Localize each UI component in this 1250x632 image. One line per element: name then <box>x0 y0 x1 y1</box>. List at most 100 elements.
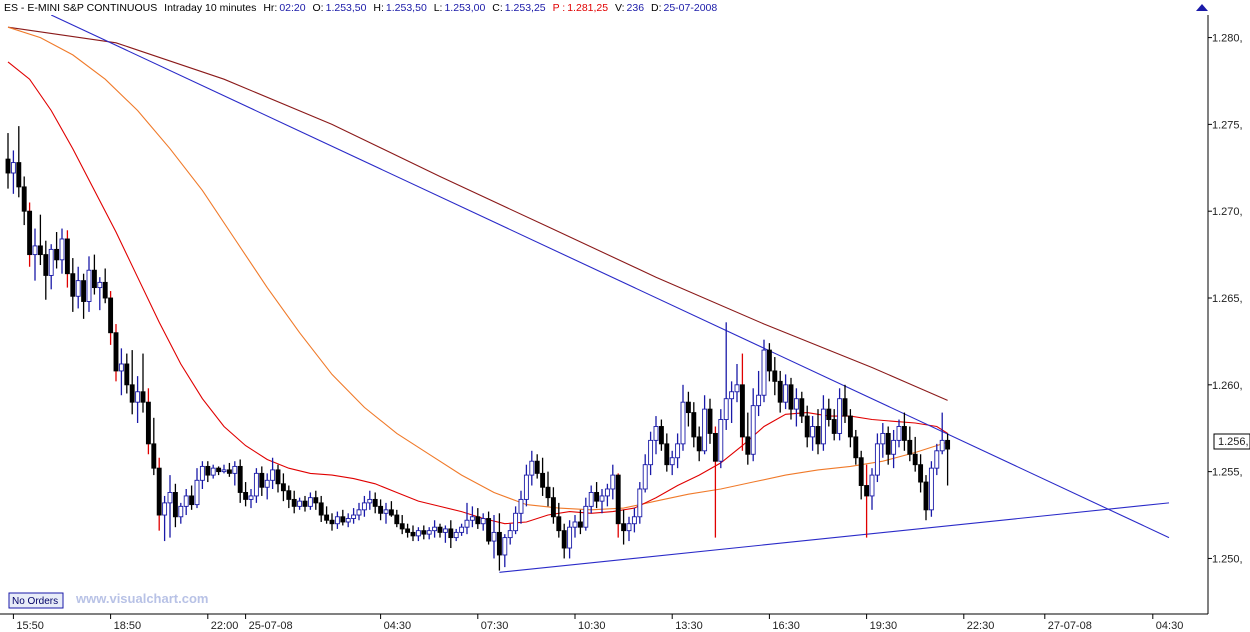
candle-body <box>653 426 659 441</box>
candle-body <box>685 401 691 414</box>
candle-body <box>399 523 405 530</box>
candle-body <box>891 439 897 455</box>
candle-body <box>129 384 135 403</box>
candle-body <box>594 492 600 502</box>
candle-body <box>567 526 573 549</box>
candle-body <box>534 460 540 474</box>
candle-body <box>162 502 168 516</box>
candle-body <box>637 488 643 518</box>
candle-body <box>669 457 675 466</box>
open-value: 1.253,50 <box>326 2 367 14</box>
candle-body <box>372 498 378 507</box>
candle-body <box>167 492 173 504</box>
candle-body <box>351 514 357 519</box>
candle-body <box>572 521 578 528</box>
x-tick-label: 18:50 <box>114 620 142 632</box>
x-tick-label: 04:30 <box>384 620 412 632</box>
candle-body <box>550 497 556 518</box>
candle-body <box>37 245 43 256</box>
x-tick-label: 15:50 <box>16 620 44 632</box>
symbol-name: ES - E-MINI S&P CONTINUOUS <box>4 2 157 14</box>
candle-body <box>577 521 583 528</box>
candle-body <box>513 512 519 532</box>
candle-body <box>680 401 686 445</box>
candle-body <box>842 398 848 417</box>
candle-body <box>259 472 265 488</box>
candle-body <box>448 528 454 539</box>
price-chart[interactable]: 1.280, 1.275, 1.270, 1.265, 1.260, 1.255, 1.25… <box>0 0 1250 632</box>
candle-body <box>54 248 60 261</box>
candle-body <box>918 464 924 483</box>
x-tick-label: 07:30 <box>481 620 509 632</box>
candle-body <box>831 419 837 434</box>
no-orders-button[interactable]: No Orders <box>8 592 64 609</box>
candle-body <box>723 398 729 420</box>
candle-body <box>91 269 97 289</box>
y-tick-label: 1.255, <box>1212 467 1243 479</box>
candle-body <box>378 505 384 514</box>
candle-body <box>545 486 551 499</box>
candle-body <box>27 210 33 256</box>
candle-body <box>75 280 81 297</box>
x-tick-label: 25-07-08 <box>249 620 293 632</box>
candle-body <box>415 530 421 537</box>
candle-body <box>837 398 843 434</box>
candle-body <box>313 497 319 504</box>
candle-body <box>140 391 146 403</box>
candle-body <box>826 408 832 420</box>
candle-body <box>945 439 951 450</box>
candle-body <box>270 469 276 481</box>
candle-body <box>442 528 448 533</box>
candle-body <box>135 391 141 403</box>
candle-body <box>761 349 767 396</box>
candle-body <box>394 514 400 525</box>
candle-body <box>307 497 313 507</box>
x-tick-label: 13:30 <box>675 620 703 632</box>
x-tick-label: 22:00 <box>211 620 239 632</box>
candle-body <box>518 498 524 514</box>
x-tick-label: 22:30 <box>967 620 995 632</box>
candle-body <box>410 531 416 537</box>
candle-body <box>928 467 934 511</box>
candle-body <box>237 465 243 493</box>
candle-body <box>847 415 853 438</box>
candle-body <box>367 498 373 504</box>
x-tick-label: 19:30 <box>870 620 898 632</box>
candle-body <box>702 408 708 452</box>
candle-body <box>464 519 470 528</box>
candle-body <box>86 269 92 302</box>
candle-body <box>124 363 130 386</box>
candle-body <box>253 472 259 497</box>
candle-body <box>291 498 297 507</box>
candle-body <box>243 492 249 500</box>
candle-body <box>858 457 864 486</box>
candle-body <box>718 419 724 462</box>
candle-body <box>16 162 22 188</box>
candle-body <box>183 495 189 507</box>
candle-body <box>216 467 222 473</box>
candle-body <box>556 516 562 532</box>
candle-body <box>280 483 286 492</box>
candle-body <box>421 530 427 535</box>
candle-body <box>226 469 232 474</box>
candle-body <box>691 412 697 438</box>
candle-body <box>264 479 270 488</box>
candle-body <box>610 474 616 490</box>
candle-body <box>529 460 535 476</box>
candle-body <box>453 531 459 539</box>
candle-body <box>59 238 65 261</box>
current-price-marker: 1.256, <box>1213 433 1250 450</box>
candle-body <box>491 531 497 542</box>
candle-body <box>750 405 756 455</box>
candle-body <box>221 469 227 473</box>
candle-body <box>912 453 918 466</box>
y-tick-label: 1.265, <box>1212 293 1243 305</box>
candle-body <box>642 464 648 490</box>
candle-body <box>486 518 492 542</box>
candle-body <box>923 481 929 511</box>
y-tick-label: 1.280, <box>1212 33 1243 45</box>
high-value: 1.253,50 <box>386 2 427 14</box>
candle-body <box>939 439 945 452</box>
candle-body <box>64 238 70 275</box>
candle-body <box>901 426 907 441</box>
